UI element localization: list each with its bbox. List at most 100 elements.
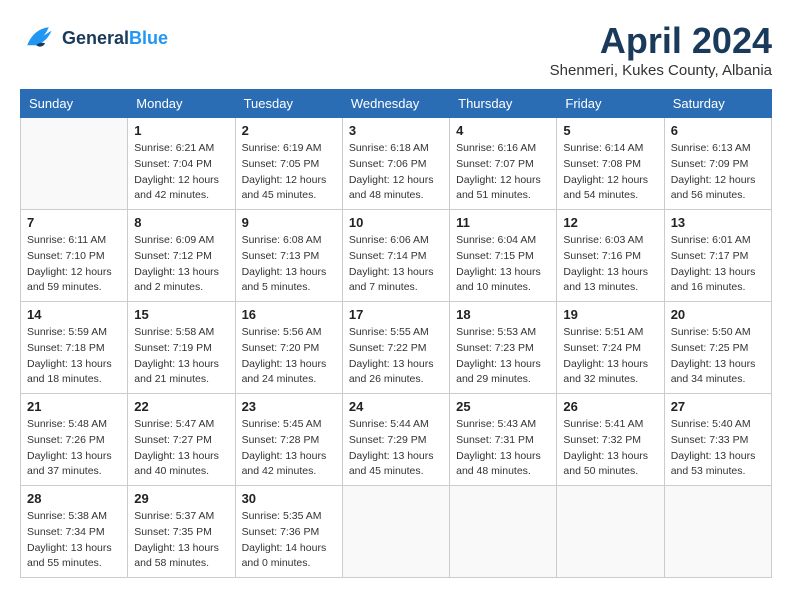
day-info: Sunrise: 5:40 AM Sunset: 7:33 PM Dayligh… — [671, 417, 765, 480]
day-info: Sunrise: 6:13 AM Sunset: 7:09 PM Dayligh… — [671, 141, 765, 204]
calendar-cell: 22 Sunrise: 5:47 AM Sunset: 7:27 PM Dayli… — [128, 394, 235, 486]
calendar-cell: 13 Sunrise: 6:01 AM Sunset: 7:17 PM Dayli… — [664, 210, 771, 302]
page-header: GeneralBlue April 2024 Shenmeri, Kukes C… — [20, 20, 772, 79]
calendar-cell: 4 Sunrise: 6:16 AM Sunset: 7:07 PM Daylig… — [450, 118, 557, 210]
day-info: Sunrise: 6:04 AM Sunset: 7:15 PM Dayligh… — [456, 233, 550, 296]
day-number: 22 — [134, 399, 228, 414]
calendar-cell: 19 Sunrise: 5:51 AM Sunset: 7:24 PM Dayli… — [557, 302, 664, 394]
day-number: 8 — [134, 215, 228, 230]
logo-icon — [20, 20, 56, 56]
location: Shenmeri, Kukes County, Albania — [550, 62, 772, 79]
calendar-cell — [557, 486, 664, 578]
weekday-header-friday: Friday — [557, 90, 664, 118]
calendar-cell — [450, 486, 557, 578]
weekday-header-saturday: Saturday — [664, 90, 771, 118]
day-number: 11 — [456, 215, 550, 230]
day-info: Sunrise: 6:16 AM Sunset: 7:07 PM Dayligh… — [456, 141, 550, 204]
calendar-cell: 1 Sunrise: 6:21 AM Sunset: 7:04 PM Daylig… — [128, 118, 235, 210]
calendar-cell: 9 Sunrise: 6:08 AM Sunset: 7:13 PM Daylig… — [235, 210, 342, 302]
day-info: Sunrise: 5:51 AM Sunset: 7:24 PM Dayligh… — [563, 325, 657, 388]
day-number: 19 — [563, 307, 657, 322]
calendar-cell: 11 Sunrise: 6:04 AM Sunset: 7:15 PM Dayli… — [450, 210, 557, 302]
calendar-cell: 29 Sunrise: 5:37 AM Sunset: 7:35 PM Dayli… — [128, 486, 235, 578]
calendar-cell: 27 Sunrise: 5:40 AM Sunset: 7:33 PM Dayli… — [664, 394, 771, 486]
calendar-cell: 12Sunrise: 6:03 AM Sunset: 7:16 PM Dayli… — [557, 210, 664, 302]
calendar-cell: 16 Sunrise: 5:56 AM Sunset: 7:20 PM Dayli… — [235, 302, 342, 394]
day-info: Sunrise: 5:37 AM Sunset: 7:35 PM Dayligh… — [134, 509, 228, 572]
day-number: 14 — [27, 307, 121, 322]
day-info: Sunrise: 5:55 AM Sunset: 7:22 PM Dayligh… — [349, 325, 443, 388]
day-number: 20 — [671, 307, 765, 322]
day-info: Sunrise: 5:58 AM Sunset: 7:19 PM Dayligh… — [134, 325, 228, 388]
weekday-header-row: SundayMondayTuesdayWednesdayThursdayFrid… — [21, 90, 772, 118]
calendar-cell: 20 Sunrise: 5:50 AM Sunset: 7:25 PM Dayli… — [664, 302, 771, 394]
week-row-0: 1 Sunrise: 6:21 AM Sunset: 7:04 PM Daylig… — [21, 118, 772, 210]
day-number: 9 — [242, 215, 336, 230]
day-info: Sunrise: 5:48 AM Sunset: 7:26 PM Dayligh… — [27, 417, 121, 480]
day-number: 30 — [242, 491, 336, 506]
calendar-cell: 18 Sunrise: 5:53 AM Sunset: 7:23 PM Dayli… — [450, 302, 557, 394]
day-number: 23 — [242, 399, 336, 414]
calendar-table: SundayMondayTuesdayWednesdayThursdayFrid… — [20, 89, 772, 578]
day-info: Sunrise: 6:11 AM Sunset: 7:10 PM Dayligh… — [27, 233, 121, 296]
day-number: 15 — [134, 307, 228, 322]
weekday-header-sunday: Sunday — [21, 90, 128, 118]
day-info: Sunrise: 6:03 AM Sunset: 7:16 PM Dayligh… — [563, 233, 657, 296]
day-info: Sunrise: 5:43 AM Sunset: 7:31 PM Dayligh… — [456, 417, 550, 480]
calendar-cell: 7 Sunrise: 6:11 AM Sunset: 7:10 PM Daylig… — [21, 210, 128, 302]
day-number: 1 — [134, 123, 228, 138]
day-info: Sunrise: 5:56 AM Sunset: 7:20 PM Dayligh… — [242, 325, 336, 388]
day-number: 29 — [134, 491, 228, 506]
day-info: Sunrise: 5:47 AM Sunset: 7:27 PM Dayligh… — [134, 417, 228, 480]
day-number: 26 — [563, 399, 657, 414]
day-number: 18 — [456, 307, 550, 322]
day-info: Sunrise: 6:01 AM Sunset: 7:17 PM Dayligh… — [671, 233, 765, 296]
day-number: 4 — [456, 123, 550, 138]
calendar-cell: 30 Sunrise: 5:35 AM Sunset: 7:36 PM Dayli… — [235, 486, 342, 578]
day-number: 7 — [27, 215, 121, 230]
day-info: Sunrise: 5:35 AM Sunset: 7:36 PM Dayligh… — [242, 509, 336, 572]
day-number: 16 — [242, 307, 336, 322]
day-info: Sunrise: 6:09 AM Sunset: 7:12 PM Dayligh… — [134, 233, 228, 296]
calendar-cell: 28Sunrise: 5:38 AM Sunset: 7:34 PM Dayli… — [21, 486, 128, 578]
day-info: Sunrise: 6:18 AM Sunset: 7:06 PM Dayligh… — [349, 141, 443, 204]
day-info: Sunrise: 5:44 AM Sunset: 7:29 PM Dayligh… — [349, 417, 443, 480]
day-number: 27 — [671, 399, 765, 414]
day-number: 3 — [349, 123, 443, 138]
day-info: Sunrise: 5:38 AM Sunset: 7:34 PM Dayligh… — [27, 509, 121, 572]
calendar-cell — [664, 486, 771, 578]
week-row-2: 14Sunrise: 5:59 AM Sunset: 7:18 PM Dayli… — [21, 302, 772, 394]
day-number: 25 — [456, 399, 550, 414]
day-number: 13 — [671, 215, 765, 230]
month-title: April 2024 — [550, 20, 772, 62]
calendar-cell — [21, 118, 128, 210]
day-info: Sunrise: 5:41 AM Sunset: 7:32 PM Dayligh… — [563, 417, 657, 480]
day-number: 5 — [563, 123, 657, 138]
calendar-cell: 3 Sunrise: 6:18 AM Sunset: 7:06 PM Daylig… — [342, 118, 449, 210]
day-info: Sunrise: 5:53 AM Sunset: 7:23 PM Dayligh… — [456, 325, 550, 388]
day-info: Sunrise: 6:06 AM Sunset: 7:14 PM Dayligh… — [349, 233, 443, 296]
week-row-3: 21Sunrise: 5:48 AM Sunset: 7:26 PM Dayli… — [21, 394, 772, 486]
logo-text: GeneralBlue — [62, 28, 168, 49]
calendar-cell: 25 Sunrise: 5:43 AM Sunset: 7:31 PM Dayli… — [450, 394, 557, 486]
calendar-cell: 6Sunrise: 6:13 AM Sunset: 7:09 PM Daylig… — [664, 118, 771, 210]
calendar-cell: 17Sunrise: 5:55 AM Sunset: 7:22 PM Dayli… — [342, 302, 449, 394]
day-number: 2 — [242, 123, 336, 138]
calendar-cell — [342, 486, 449, 578]
weekday-header-monday: Monday — [128, 90, 235, 118]
calendar-cell: 8 Sunrise: 6:09 AM Sunset: 7:12 PM Daylig… — [128, 210, 235, 302]
calendar-cell: 23Sunrise: 5:45 AM Sunset: 7:28 PM Dayli… — [235, 394, 342, 486]
calendar-cell: 2Sunrise: 6:19 AM Sunset: 7:05 PM Daylig… — [235, 118, 342, 210]
day-info: Sunrise: 6:08 AM Sunset: 7:13 PM Dayligh… — [242, 233, 336, 296]
day-number: 10 — [349, 215, 443, 230]
calendar-cell: 26 Sunrise: 5:41 AM Sunset: 7:32 PM Dayli… — [557, 394, 664, 486]
weekday-header-tuesday: Tuesday — [235, 90, 342, 118]
day-info: Sunrise: 5:50 AM Sunset: 7:25 PM Dayligh… — [671, 325, 765, 388]
title-block: April 2024 Shenmeri, Kukes County, Alban… — [550, 20, 772, 79]
day-info: Sunrise: 6:14 AM Sunset: 7:08 PM Dayligh… — [563, 141, 657, 204]
week-row-1: 7 Sunrise: 6:11 AM Sunset: 7:10 PM Daylig… — [21, 210, 772, 302]
day-info: Sunrise: 6:21 AM Sunset: 7:04 PM Dayligh… — [134, 141, 228, 204]
weekday-header-wednesday: Wednesday — [342, 90, 449, 118]
day-number: 24 — [349, 399, 443, 414]
calendar-cell: 10 Sunrise: 6:06 AM Sunset: 7:14 PM Dayli… — [342, 210, 449, 302]
